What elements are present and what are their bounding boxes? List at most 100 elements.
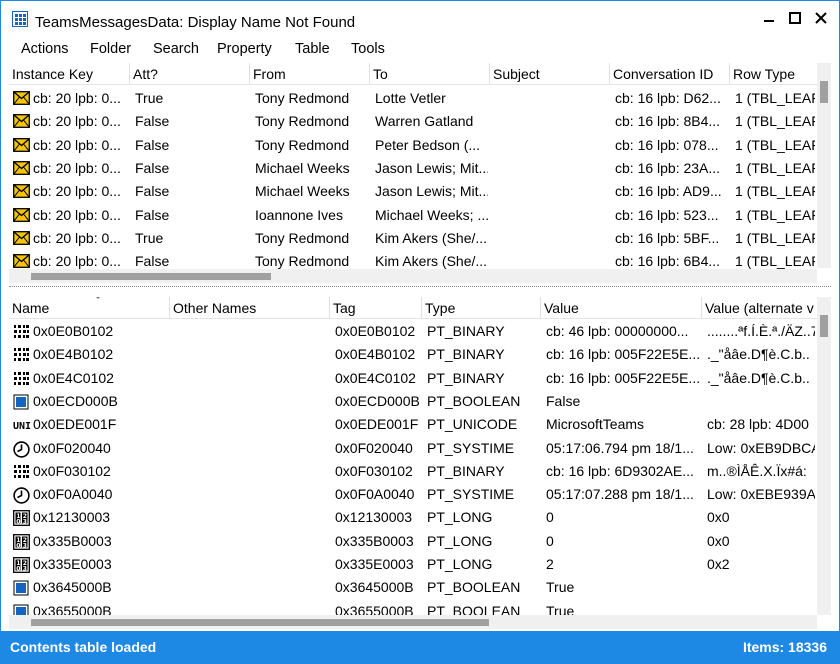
property-table-cell: cb: 28 lpb: 4D00 — [707, 416, 809, 433]
property-table-cell: 0x335E0003 — [33, 556, 112, 572]
app-grid-icon — [12, 11, 28, 27]
binary-icon — [13, 324, 30, 339]
column-name[interactable]: Name — [9, 297, 170, 319]
property-table-cell: PT_BINARY — [427, 369, 505, 386]
minimize-button[interactable] — [757, 7, 781, 29]
svg-text:3: 3 — [23, 519, 27, 526]
menu-folder[interactable]: Folder — [90, 41, 131, 57]
property-table-row[interactable]: 1 0 2 3 0x335B0003 0x335B0003 PT_LONG 0 0x0 — [9, 530, 817, 553]
column-instance-key[interactable]: Instance Key — [9, 63, 130, 85]
column-type[interactable]: Type — [422, 297, 541, 319]
contents-table-cell: Michael Weeks — [255, 183, 350, 200]
property-table-cell: 05:17:07.288 pm 18/1... — [546, 486, 694, 503]
menu-property[interactable]: Property — [217, 41, 272, 57]
property-table-row[interactable]: 0x3645000B 0x3645000B PT_BOOLEAN True — [9, 576, 817, 599]
title-bar[interactable]: TeamsMessagesData: Display Name Not Foun… — [1, 1, 839, 35]
property-table-cell: ........ªf.Í.È.ª./ÄZ..7 — [707, 323, 815, 339]
property-table-cell: PT_BINARY — [427, 346, 505, 363]
contents-vertical-scrollbar[interactable] — [817, 63, 831, 268]
contents-table-cell: False — [135, 136, 170, 153]
clock-icon — [13, 487, 30, 504]
property-table-cell: 0x0F0A0040 — [33, 486, 113, 503]
contents-table-row[interactable]: cb: 20 lpb: 0... False Tony Redmond Peter B… — [9, 134, 817, 157]
property-table-cell: 0x0ECD000B — [33, 392, 118, 409]
column-subject[interactable]: Subject — [490, 63, 610, 85]
contents-horizontal-scrollbar[interactable] — [9, 269, 817, 283]
close-button[interactable] — [809, 7, 833, 29]
contents-table-row[interactable]: cb: 20 lpb: 0... True Tony Redmond Lotte Ve… — [9, 87, 817, 110]
property-table-cell — [175, 576, 328, 599]
contents-table-row[interactable]: cb: 20 lpb: 0... True Tony Redmond Kim Aker… — [9, 227, 817, 250]
contents-horizontal-scroll-thumb[interactable] — [31, 273, 271, 280]
property-vertical-scrollbar[interactable] — [817, 297, 831, 615]
property-table-row[interactable]: 0x0E4B0102 0x0E4B0102 PT_BINARY cb: 16 lpb:… — [9, 343, 817, 366]
contents-table-cell: Tony Redmond — [255, 90, 350, 106]
long-icon: 1023 — [13, 510, 30, 527]
contents-table-cell: Jason Lewis; Mit... — [375, 183, 488, 200]
contents-table-cell — [495, 87, 608, 110]
property-vertical-scroll-thumb[interactable] — [820, 315, 828, 337]
property-table-cell: 0x0EDE001F — [335, 416, 419, 433]
contents-table-cell: cb: 16 lpb: 23A... — [615, 159, 721, 176]
property-table-row[interactable]: 0x0E4C0102 0x0E4C0102 PT_BINARY cb: 16 lpb:… — [9, 367, 817, 390]
contents-table-cell: Kim Akers (She/... — [375, 229, 488, 246]
menu-actions[interactable]: Actions — [21, 41, 69, 57]
sort-descending-icon — [93, 297, 103, 299]
column-from[interactable]: From — [250, 63, 370, 85]
property-table-row[interactable]: 0x0F0A0040 0x0F0A0040 PT_SYSTIME 05:17:07.2… — [9, 483, 817, 506]
clock-icon — [13, 440, 30, 458]
property-table-row[interactable]: 0x0E0B0102 0x0E0B0102 PT_BINARY cb: 46 lpb:… — [9, 320, 817, 343]
column-to[interactable]: To — [370, 63, 490, 85]
property-table-cell: 0x0E4B0102 — [33, 346, 114, 363]
property-table-cell: PT_BINARY — [427, 462, 505, 479]
property-table-cell: cb: 46 lpb: 00000000... — [546, 323, 689, 339]
property-table-cell: 0x3645000B — [335, 579, 414, 596]
property-table-cell: cb: 16 lpb: 005F22E5E... — [546, 346, 700, 363]
menu-tools[interactable]: Tools — [351, 41, 385, 57]
contents-table-row[interactable]: cb: 20 lpb: 0... False Michael Weeks Jason … — [9, 157, 817, 180]
contents-table-row[interactable]: cb: 20 lpb: 0... False Tony Redmond Warren … — [9, 110, 817, 133]
column-attachment[interactable]: Att? — [130, 63, 250, 85]
property-table-cell: Low: 0xEB9DBCA — [707, 439, 815, 456]
contents-table-cell: Peter Bedson (... — [375, 136, 481, 153]
contents-table-row[interactable]: cb: 20 lpb: 0... False Ioannone Ives Michae… — [9, 204, 817, 227]
property-table-cell — [175, 437, 328, 460]
property-table-row[interactable]: UNI 0x0EDE001F 0x0EDE001F PT_UNICODE Microso… — [9, 413, 817, 436]
contents-table-cell: 1 (TBL_LEAF — [735, 206, 815, 223]
property-horizontal-scrollbar[interactable] — [9, 615, 817, 629]
contents-table-cell: Michael Weeks — [255, 159, 350, 176]
column-value-alternate[interactable]: Value (alternate v — [702, 297, 817, 319]
binary-icon — [13, 371, 30, 386]
property-table-row[interactable]: 1 0 2 3 0x12130003 0x12130003 PT_LONG 0 0x0 — [9, 506, 817, 529]
property-table-cell: 05:17:06.794 pm 18/1... — [546, 439, 694, 456]
contents-table-cell: 1 (TBL_LEAF — [735, 136, 815, 153]
contents-table-cell: False — [135, 183, 170, 200]
column-tag[interactable]: Tag — [330, 297, 422, 319]
property-table-row[interactable]: 0x0F030102 0x0F030102 PT_BINARY cb: 16 lpb:… — [9, 460, 817, 483]
pane-splitter[interactable] — [9, 286, 831, 287]
property-table-row[interactable]: 0x0ECD000B 0x0ECD000B PT_BOOLEAN False — [9, 390, 817, 413]
property-table-cell: PT_SYSTIME — [427, 486, 515, 503]
column-other-names[interactable]: Other Names — [170, 297, 330, 319]
menu-table[interactable]: Table — [295, 41, 330, 57]
property-table-cell — [175, 460, 328, 483]
contents-table-row[interactable]: cb: 20 lpb: 0... False Michael Weeks Jason … — [9, 180, 817, 203]
property-table-row[interactable]: 0x0F020040 0x0F020040 PT_SYSTIME 05:17:06.7… — [9, 437, 817, 460]
column-value[interactable]: Value — [541, 297, 702, 319]
unicode-icon: UNI — [13, 417, 31, 432]
contents-vertical-scroll-thumb[interactable] — [820, 81, 828, 103]
column-row-type[interactable]: Row Type — [730, 63, 817, 85]
property-table-row[interactable]: 1 0 2 3 0x335E0003 0x335E0003 PT_LONG 2 0x2 — [9, 553, 817, 576]
menu-search[interactable]: Search — [153, 41, 199, 57]
property-table-cell: PT_LONG — [427, 509, 493, 526]
svg-text:0: 0 — [16, 519, 20, 526]
property-table-cell: 0x335B0003 — [33, 532, 112, 549]
column-conversation-id[interactable]: Conversation ID — [610, 63, 730, 85]
status-bar: Contents table loaded Items: 18336 — [1, 631, 839, 664]
property-table-cell: cb: 16 lpb: 005F22E5E... — [546, 369, 700, 386]
property-table-cell: Low: 0xEBE939A — [707, 486, 815, 503]
property-table-cell: 0x0E4C0102 — [335, 369, 416, 386]
maximize-button[interactable] — [783, 7, 807, 29]
contents-table-cell: cb: 16 lpb: 078... — [615, 136, 719, 153]
property-horizontal-scroll-thumb[interactable] — [31, 619, 489, 626]
